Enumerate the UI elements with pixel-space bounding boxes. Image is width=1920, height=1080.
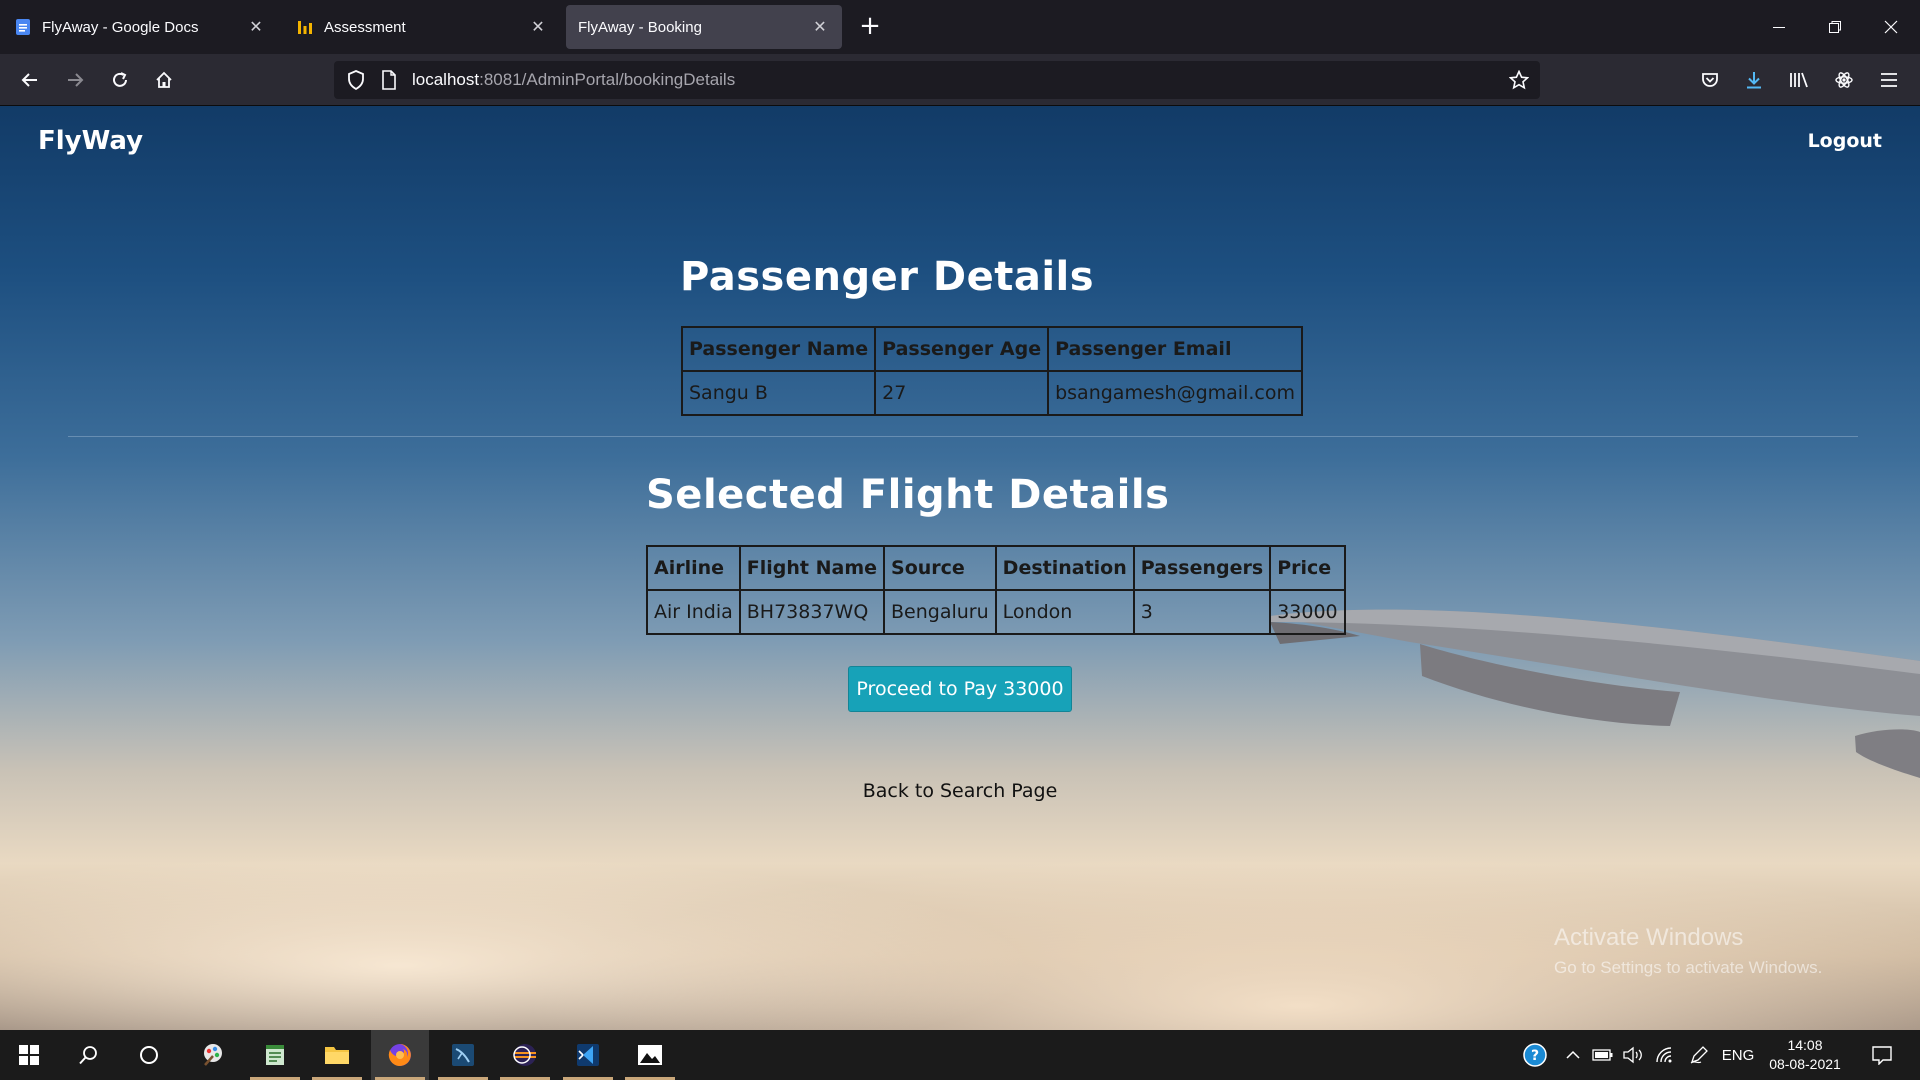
table-row: Sangu B 27 bsangamesh@gmail.com: [680, 370, 1303, 416]
windows-taskbar: ? ENG 14:08 08-08-2021: [0, 1030, 1920, 1080]
watermark-title: Activate Windows: [1554, 924, 1744, 951]
flight-table: Airline Flight Name Source Destination P…: [646, 545, 1346, 635]
docs-icon: [14, 18, 32, 36]
wifi-icon[interactable]: [1652, 1030, 1678, 1080]
minimize-icon[interactable]: [1756, 10, 1802, 44]
tab-title: FlyAway - Booking: [578, 18, 702, 36]
battery-icon[interactable]: [1590, 1030, 1616, 1080]
table-header-row: Passenger Name Passenger Age Passenger E…: [680, 326, 1303, 372]
column-header: Passengers: [1132, 545, 1272, 591]
cortana-icon[interactable]: [120, 1030, 178, 1080]
clock-date: 08-08-2021: [1769, 1056, 1841, 1072]
table-cell: 27: [874, 370, 1050, 416]
language-indicator[interactable]: ENG: [1718, 1030, 1758, 1080]
table-cell: Sangu B: [680, 370, 877, 416]
volume-icon[interactable]: [1620, 1030, 1646, 1080]
new-tab-button[interactable]: +: [856, 11, 884, 41]
paint-app-icon[interactable]: [184, 1030, 242, 1080]
table-cell: bsangamesh@gmail.com: [1047, 370, 1303, 416]
chart-icon: [296, 18, 314, 36]
clock-time: 14:08: [1787, 1037, 1823, 1053]
close-window-icon[interactable]: [1868, 10, 1914, 44]
address-bar[interactable]: localhost:8081/AdminPortal/bookingDetail…: [334, 61, 1540, 99]
star-icon[interactable]: [1508, 69, 1530, 91]
close-tab-icon[interactable]: ✕: [528, 17, 548, 37]
url-path: :8081/AdminPortal/bookingDetails: [479, 70, 736, 89]
library-icon[interactable]: [1785, 66, 1813, 94]
url-text[interactable]: localhost:8081/AdminPortal/bookingDetail…: [412, 70, 735, 90]
menu-icon[interactable]: [1875, 66, 1903, 94]
windows-start-icon[interactable]: [0, 1030, 58, 1080]
table-cell: London: [994, 589, 1135, 635]
column-header: Passenger Age: [874, 326, 1050, 372]
back-arrow-icon[interactable]: [14, 64, 46, 96]
pen-icon[interactable]: [1686, 1030, 1712, 1080]
column-header: Passenger Name: [680, 326, 877, 372]
table-cell: 3: [1132, 589, 1272, 635]
page-icon[interactable]: [378, 70, 400, 90]
firefox-app-icon[interactable]: [371, 1030, 429, 1080]
passenger-table: Passenger Name Passenger Age Passenger E…: [680, 326, 1303, 416]
search-icon[interactable]: [60, 1030, 118, 1080]
forward-arrow-icon[interactable]: [59, 64, 91, 96]
web-page: FlyWay Logout Passenger Details Passenge…: [0, 106, 1920, 1030]
tab-title: FlyAway - Google Docs: [42, 18, 199, 36]
table-row: Air India BH73837WQ Bengaluru London 3 3…: [646, 589, 1346, 635]
section-divider: [68, 436, 1858, 437]
notepad-app-icon[interactable]: [246, 1030, 304, 1080]
tab-google-docs[interactable]: FlyAway - Google Docs ✕: [2, 5, 278, 49]
back-to-search-link-text[interactable]: Back to Search Page: [863, 780, 1058, 802]
column-header: Destination: [994, 545, 1135, 591]
restore-icon[interactable]: [1812, 10, 1858, 44]
tab-flyaway-booking[interactable]: FlyAway - Booking ✕: [566, 5, 842, 49]
airplane-wing-image: [1270, 609, 1920, 778]
shield-icon[interactable]: [344, 70, 368, 90]
brand-logo[interactable]: FlyWay: [38, 126, 143, 156]
reload-icon[interactable]: [104, 64, 136, 96]
eclipse-app-icon[interactable]: [496, 1030, 554, 1080]
table-header-row: Airline Flight Name Source Destination P…: [646, 545, 1346, 591]
vscode-app-icon[interactable]: [559, 1030, 617, 1080]
passenger-details-heading: Passenger Details: [680, 254, 1095, 300]
table-cell: 33000: [1269, 589, 1346, 635]
column-header: Airline: [646, 545, 741, 591]
url-host: localhost: [412, 70, 480, 89]
svg-text:?: ?: [1531, 1048, 1539, 1064]
chevron-up-icon[interactable]: [1560, 1030, 1586, 1080]
logout-link[interactable]: Logout: [1808, 130, 1882, 152]
taskbar-clock[interactable]: 14:08 08-08-2021: [1760, 1036, 1850, 1074]
help-icon[interactable]: ?: [1520, 1030, 1550, 1080]
column-header: Flight Name: [738, 545, 886, 591]
flight-details-heading: Selected Flight Details: [646, 472, 1170, 518]
photos-app-icon[interactable]: [621, 1030, 679, 1080]
pocket-icon[interactable]: [1696, 66, 1724, 94]
extension-atom-icon[interactable]: [1830, 66, 1858, 94]
download-icon[interactable]: [1740, 66, 1768, 94]
table-cell: Bengaluru: [883, 589, 997, 635]
back-to-search-link: Back to Search Page: [0, 780, 1920, 802]
notification-icon[interactable]: [1862, 1030, 1902, 1080]
table-cell: Air India: [646, 589, 741, 635]
activate-windows-watermark: Activate Windows Go to Settings to activ…: [1554, 924, 1822, 978]
navigation-toolbar: localhost:8081/AdminPortal/bookingDetail…: [0, 54, 1920, 106]
column-header: Source: [883, 545, 997, 591]
proceed-to-pay-button[interactable]: Proceed to Pay 33000: [848, 666, 1072, 712]
home-icon[interactable]: [148, 64, 180, 96]
close-tab-icon[interactable]: ✕: [246, 17, 266, 37]
tab-assessment[interactable]: Assessment ✕: [284, 5, 560, 49]
table-cell: BH73837WQ: [738, 589, 886, 635]
file-explorer-icon[interactable]: [308, 1030, 366, 1080]
sql-workbench-icon[interactable]: [434, 1030, 492, 1080]
column-header: Passenger Email: [1047, 326, 1303, 372]
tab-title: Assessment: [324, 18, 406, 36]
column-header: Price: [1269, 545, 1346, 591]
close-tab-icon[interactable]: ✕: [810, 17, 830, 37]
watermark-subtitle: Go to Settings to activate Windows.: [1554, 958, 1823, 977]
browser-tab-strip: FlyAway - Google Docs ✕ Assessment ✕ Fly…: [0, 0, 1920, 54]
